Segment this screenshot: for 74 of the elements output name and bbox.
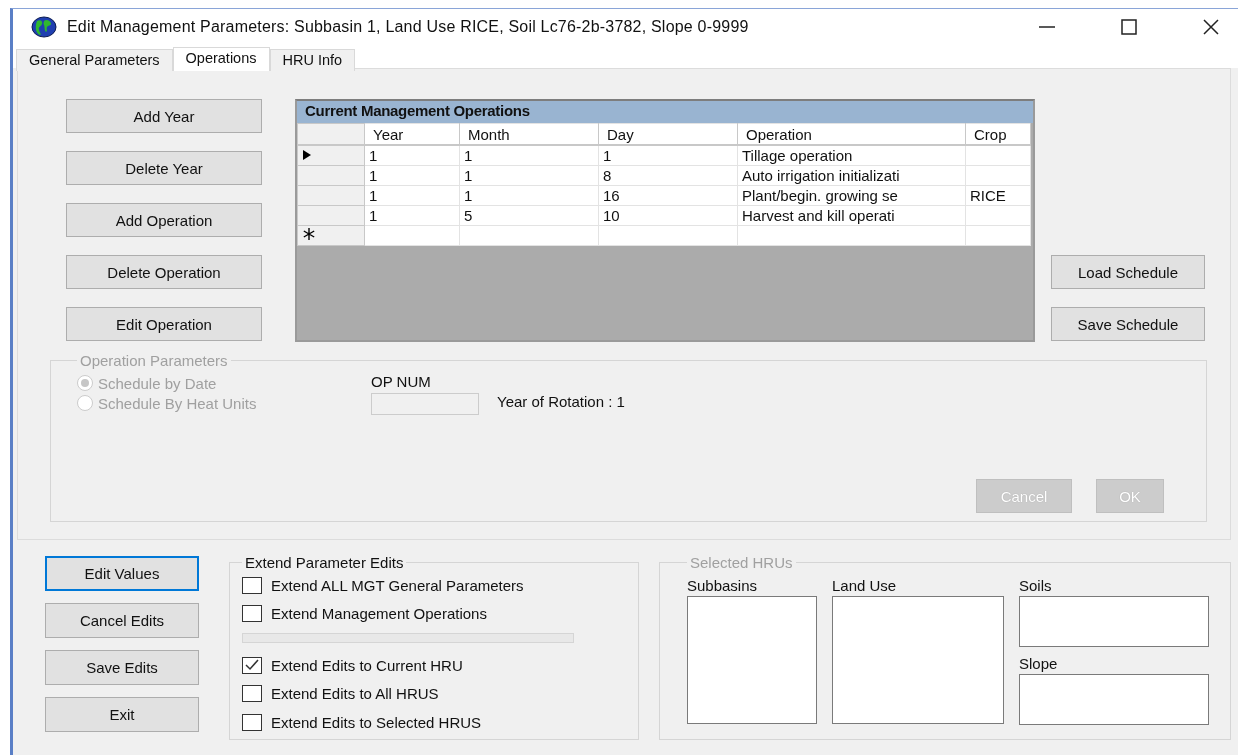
table-cell: 1 [459,165,599,186]
group-title: Extend Parameter Edits [244,554,405,571]
grid-action-button[interactable]: Add Year [66,99,262,133]
grid-action-button[interactable]: Edit Operation [66,307,262,341]
table-cell: Plant/begin. growing se [737,185,966,206]
edit-button[interactable]: Save Edits [45,650,199,685]
column-header[interactable]: Day [598,123,738,145]
grid-action-button[interactable]: Delete Operation [66,255,262,289]
radio-label: Schedule by Date [98,374,217,392]
checkbox-label: Extend Management Operations [271,605,487,623]
table-cell: 10 [598,205,738,226]
column-header[interactable]: Year [364,123,460,145]
rotation-text: Year of Rotation : 1 [497,393,625,410]
list-label: Subbasins [687,577,758,594]
table-cell: 5 [459,205,599,226]
slope-list[interactable] [1019,674,1209,725]
row-header[interactable] [297,225,365,246]
checkbox[interactable] [242,685,262,703]
checkbox-label: Extend Edits to All HRUS [271,685,439,703]
table-cell [965,165,1031,186]
checkbox[interactable] [242,576,262,594]
checkbox-label: Extend Edits to Selected HRUS [271,713,482,731]
table-cell: 8 [598,165,738,186]
checkbox[interactable] [242,713,262,731]
column-header[interactable]: Operation [737,123,966,145]
edit-button[interactable]: Edit Values [45,556,199,591]
column-header[interactable]: Crop [965,123,1031,145]
checkbox[interactable] [242,656,262,674]
radio-label: Schedule By Heat Units [98,394,257,412]
table-cell: Tillage operation [737,145,966,166]
maximize-icon[interactable] [1119,16,1139,37]
group-title: Selected HRUs [689,554,794,571]
table-cell: Harvest and kill operati [737,205,966,226]
close-icon[interactable] [1201,16,1221,37]
group-title: Operation Parameters [79,352,229,369]
table-cell: 1 [364,185,460,206]
schedule-button[interactable]: Load Schedule [1051,255,1205,289]
land-use-list[interactable] [832,596,1004,724]
window-title: Edit Management Parameters: Subbasin 1, Land Use RICE, Soil Lc76-2b-3782, Slope 0-9999 [67,17,749,36]
new-row-icon [302,227,316,241]
table-cell: 1 [598,145,738,166]
tab[interactable]: HRU Info [269,49,356,71]
schedule-button[interactable]: Save Schedule [1051,307,1205,341]
grid-action-button[interactable]: Add Operation [66,203,262,237]
table-cell: 1 [459,185,599,206]
soils-list[interactable] [1019,596,1209,647]
edit-button[interactable]: Cancel Edits [45,603,199,638]
checkbox-label: Extend ALL MGT General Parameters [271,576,524,594]
edit-button[interactable]: Exit [45,697,199,732]
grid-title: Current Management Operations [297,101,1033,123]
table-cell: 16 [598,185,738,206]
row-header[interactable] [297,145,365,166]
radio-button[interactable] [77,375,93,391]
table-cell: 1 [364,145,460,166]
list-label: Land Use [832,577,897,594]
table-cell: 1 [364,165,460,186]
table-cell [965,145,1031,166]
checkbox[interactable] [242,605,262,623]
globe-icon [31,15,57,38]
radio-button[interactable] [77,395,93,411]
list-label: Slope [1019,655,1058,672]
table-cell: Auto irrigation initializati [737,165,966,186]
grid-action-button[interactable]: Delete Year [66,151,262,185]
table-cell: RICE [965,185,1031,206]
tab[interactable]: Operations [172,47,270,71]
checkbox-label: Extend Edits to Current HRU [271,656,463,674]
current-row-icon [302,149,312,161]
table-cell: 1 [364,205,460,226]
tab[interactable]: General Parameters [16,49,173,71]
list-label: Soils [1019,577,1052,594]
field-label: OP NUM [371,373,432,390]
table-cell: 1 [459,145,599,166]
column-header[interactable]: Month [459,123,599,145]
subbasins-list[interactable] [687,596,817,724]
